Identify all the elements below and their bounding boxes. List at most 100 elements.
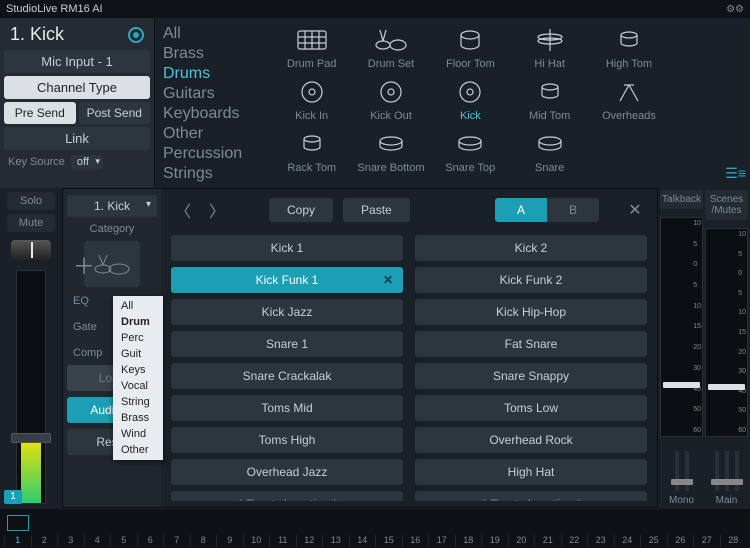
preset-slot[interactable]: Snare Snappy <box>415 363 647 389</box>
instrument-floor-tom[interactable]: Floor Tom <box>431 24 510 76</box>
flex-fader-1[interactable] <box>675 451 679 491</box>
preset-slot[interactable]: Overhead Jazz <box>171 459 403 485</box>
ruler-channel-18[interactable]: 18 <box>455 535 482 546</box>
preset-slot[interactable]: Overhead Rock <box>415 427 647 453</box>
talkback-button[interactable]: Talkback <box>660 190 703 209</box>
ruler-channel-27[interactable]: 27 <box>693 535 720 546</box>
ruler-channel-12[interactable]: 12 <box>296 535 323 546</box>
instrument-kick-in[interactable]: Kick In <box>272 76 351 128</box>
preset-slot[interactable]: Kick Funk 2 <box>415 267 647 293</box>
preset-slot[interactable]: Snare Crackalak <box>171 363 403 389</box>
gear-icon[interactable] <box>128 27 144 43</box>
instrument-mid-tom[interactable]: Mid Tom <box>510 76 589 128</box>
flex-fader-2[interactable] <box>685 451 689 491</box>
dropdown-item-wind[interactable]: Wind <box>113 426 163 442</box>
copy-button[interactable]: Copy <box>269 198 333 222</box>
ruler-channel-19[interactable]: 19 <box>481 535 508 546</box>
pre-send-button[interactable]: Pre Send <box>4 102 76 124</box>
fader-handle[interactable] <box>11 433 51 443</box>
instrument-kick-out[interactable]: Kick Out <box>351 76 430 128</box>
dropdown-item-brass[interactable]: Brass <box>113 410 163 426</box>
solo-button[interactable]: Solo <box>7 192 55 210</box>
key-source-select[interactable]: off <box>71 155 103 169</box>
ab-b-button[interactable]: B <box>547 198 599 222</box>
ruler-channel-11[interactable]: 11 <box>269 535 296 546</box>
channel-select-dropdown[interactable]: 1. Kick <box>67 195 157 217</box>
preset-slot[interactable]: Snare 1 <box>171 331 403 357</box>
instrument-snare-bottom[interactable]: Snare Bottom <box>351 128 430 180</box>
ruler-channel-6[interactable]: 6 <box>137 535 164 546</box>
mute-button[interactable]: Mute <box>7 214 55 232</box>
ruler-channel-20[interactable]: 20 <box>508 535 535 546</box>
dropdown-item-perc[interactable]: Perc <box>113 330 163 346</box>
instrument-snare[interactable]: Snare <box>510 128 589 180</box>
ruler-channel-7[interactable]: 7 <box>163 535 190 546</box>
dropdown-item-keys[interactable]: Keys <box>113 362 163 378</box>
instrument-high-tom[interactable]: High Tom <box>589 24 668 76</box>
link-button[interactable]: Link <box>4 127 150 150</box>
category-item-strings[interactable]: Strings <box>163 164 262 184</box>
preset-slot[interactable]: Toms Low <box>415 395 647 421</box>
instrument-overheads[interactable]: Overheads <box>589 76 668 128</box>
scenes-mutes-button[interactable]: Scenes /Mutes <box>705 190 748 220</box>
ruler-channel-10[interactable]: 10 <box>243 535 270 546</box>
category-item-brass[interactable]: Brass <box>163 44 262 64</box>
ab-a-button[interactable]: A <box>495 198 547 222</box>
ruler-channel-9[interactable]: 9 <box>216 535 243 546</box>
instrument-kick[interactable]: Kick <box>431 76 510 128</box>
ruler-channel-1[interactable]: 1 <box>4 535 31 546</box>
preset-slot[interactable]: Toms High <box>171 427 403 453</box>
preset-slot[interactable]: Kick 2 <box>415 235 647 261</box>
close-icon[interactable]: ✕ <box>623 198 647 222</box>
add-icon[interactable]: ＋ <box>72 256 96 280</box>
channel-ruler[interactable]: 1234567891011121314151617181920212223242… <box>0 508 750 548</box>
preset-slot[interactable]: * Empty Location * <box>171 491 403 501</box>
paste-button[interactable]: Paste <box>343 198 410 222</box>
ruler-channel-28[interactable]: 28 <box>720 535 747 546</box>
list-view-icon[interactable]: ☰≡ <box>725 165 746 182</box>
ruler-channel-4[interactable]: 4 <box>84 535 111 546</box>
instrument-drum-pad[interactable]: Drum Pad <box>272 24 351 76</box>
category-item-all[interactable]: All <box>163 24 262 44</box>
category-item-percussion[interactable]: Percussion <box>163 144 262 164</box>
preset-slot[interactable]: Kick Jazz <box>171 299 403 325</box>
dropdown-item-drum[interactable]: Drum <box>113 314 163 330</box>
instrument-rack-tom[interactable]: Rack Tom <box>272 128 351 180</box>
flex-fader-4[interactable] <box>725 451 729 491</box>
ruler-channel-17[interactable]: 17 <box>428 535 455 546</box>
preset-slot[interactable]: Kick 1 <box>171 235 403 261</box>
preset-slot[interactable]: High Hat <box>415 459 647 485</box>
preset-slot[interactable]: Kick Funk 1✕ <box>171 267 403 293</box>
category-item-other[interactable]: Other <box>163 124 262 144</box>
settings-gears-icon[interactable]: ⚙⚙ <box>726 4 744 15</box>
mic-input-button[interactable]: Mic Input - 1 <box>4 50 150 73</box>
ruler-channel-5[interactable]: 5 <box>110 535 137 546</box>
flex-fader-3[interactable] <box>715 451 719 491</box>
category-item-drums[interactable]: Drums <box>163 64 262 84</box>
preset-slot[interactable]: Fat Snare <box>415 331 647 357</box>
channel-meter[interactable] <box>16 270 46 504</box>
prev-arrow-icon[interactable]: 〈 <box>171 198 195 222</box>
dropdown-item-all[interactable]: All <box>113 298 163 314</box>
ruler-channel-21[interactable]: 21 <box>534 535 561 546</box>
ruler-channel-23[interactable]: 23 <box>587 535 614 546</box>
ruler-channel-3[interactable]: 3 <box>57 535 84 546</box>
preset-slot[interactable]: * Empty Location * <box>415 491 647 501</box>
preset-slot[interactable]: Toms Mid <box>171 395 403 421</box>
dropdown-item-string[interactable]: String <box>113 394 163 410</box>
ruler-channel-8[interactable]: 8 <box>190 535 217 546</box>
category-item-guitars[interactable]: Guitars <box>163 84 262 104</box>
ruler-channel-14[interactable]: 14 <box>349 535 376 546</box>
instrument-drum-set[interactable]: Drum Set <box>351 24 430 76</box>
post-send-button[interactable]: Post Send <box>79 102 151 124</box>
channel-type-button[interactable]: Channel Type <box>4 76 150 99</box>
ruler-channel-2[interactable]: 2 <box>31 535 58 546</box>
flex-fader-5[interactable] <box>735 451 739 491</box>
dropdown-item-other[interactable]: Other <box>113 442 163 458</box>
instrument-hi-hat[interactable]: Hi Hat <box>510 24 589 76</box>
ruler-channel-26[interactable]: 26 <box>667 535 694 546</box>
instrument-snare-top[interactable]: Snare Top <box>431 128 510 180</box>
category-item-keyboards[interactable]: Keyboards <box>163 104 262 124</box>
dropdown-item-guit[interactable]: Guit <box>113 346 163 362</box>
ruler-channel-24[interactable]: 24 <box>614 535 641 546</box>
